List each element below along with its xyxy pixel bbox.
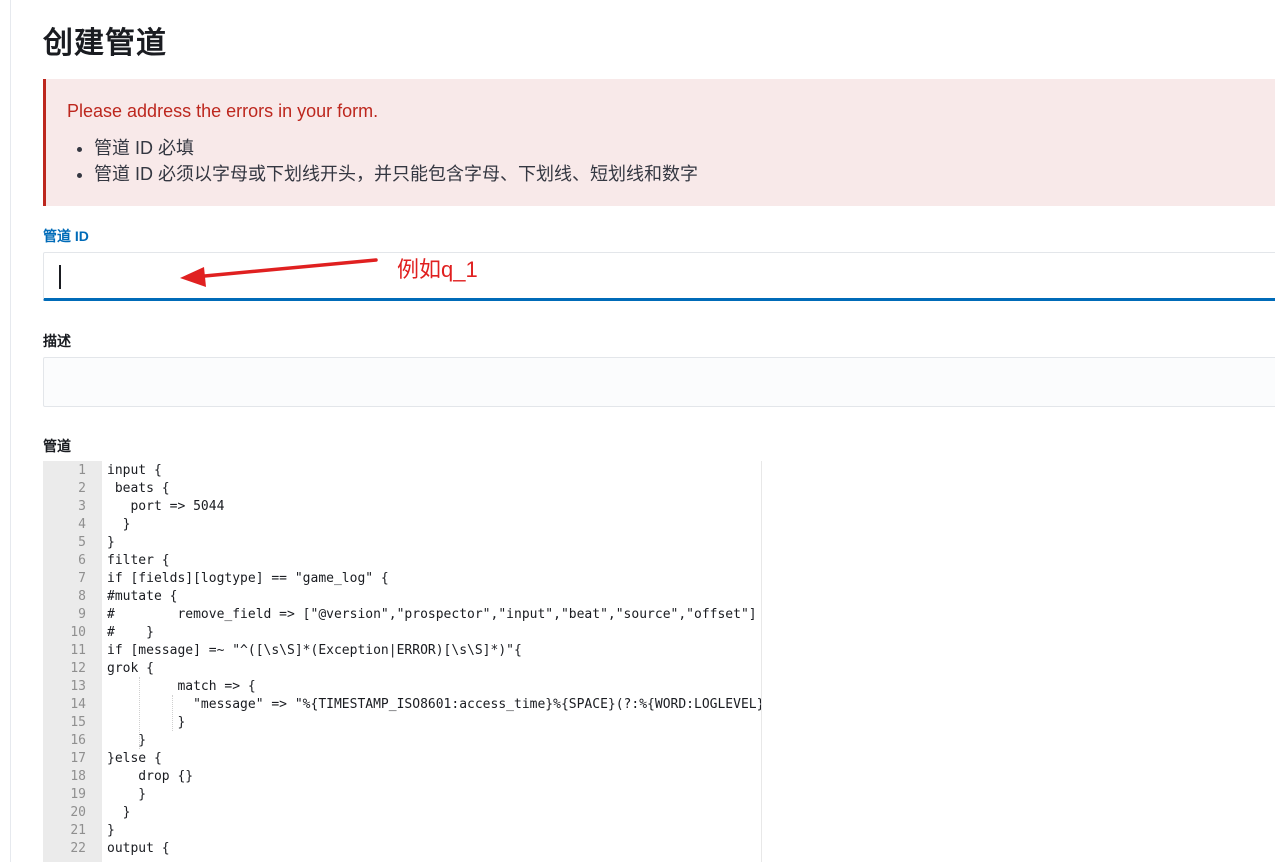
code-line[interactable]: port => 5044: [107, 498, 224, 516]
code-line[interactable]: if [message] =~ "^([\s\S]*(Exception|ERR…: [107, 642, 522, 660]
line-number: 9: [78, 607, 86, 622]
line-number: 6: [78, 553, 86, 568]
line-number: 8: [78, 589, 86, 604]
code-line[interactable]: if [fields][logtype] == "game_log" {: [107, 570, 389, 588]
description-label: 描述: [43, 333, 71, 349]
code-line[interactable]: }else {: [107, 750, 162, 768]
line-number: 11: [70, 643, 86, 658]
error-callout: Please address the errors in your form. …: [43, 79, 1275, 206]
line-number: 3: [78, 499, 86, 514]
line-number: 22: [70, 841, 86, 856]
error-list-item: 管道 ID 必须以字母或下划线开头，并只能包含字母、下划线、短划线和数字: [94, 161, 698, 187]
line-number: 1: [78, 463, 86, 478]
line-number: 20: [70, 805, 86, 820]
description-input[interactable]: [43, 357, 1275, 407]
code-line[interactable]: beats {: [107, 480, 170, 498]
line-number: 10: [70, 625, 86, 640]
pipeline-id-label: 管道 ID: [43, 228, 89, 244]
line-number: 15: [70, 715, 86, 730]
code-line[interactable]: }: [107, 822, 115, 840]
error-callout-title: Please address the errors in your form.: [67, 101, 379, 121]
line-number: 21: [70, 823, 86, 838]
line-number: 16: [70, 733, 86, 748]
code-line[interactable]: # }: [107, 624, 154, 642]
code-line[interactable]: }: [107, 804, 131, 822]
code-line[interactable]: }: [107, 516, 131, 534]
page-title: 创建管道: [43, 27, 167, 60]
error-list-item: 管道 ID 必填: [94, 135, 698, 161]
code-line[interactable]: grok {: [107, 660, 154, 678]
line-number: 7: [78, 571, 86, 586]
code-line[interactable]: filter {: [107, 552, 170, 570]
line-number: 4: [78, 517, 86, 532]
code-line[interactable]: }: [107, 534, 115, 552]
line-number: 12: [70, 661, 86, 676]
line-number: 19: [70, 787, 86, 802]
code-line[interactable]: output {: [107, 840, 170, 858]
text-caret: [59, 265, 61, 289]
pipeline-label: 管道: [43, 438, 71, 454]
line-number: 18: [70, 769, 86, 784]
code-line[interactable]: drop {}: [107, 768, 193, 786]
code-line[interactable]: }: [107, 732, 146, 750]
annotation-label: 例如q_1: [397, 257, 478, 282]
code-line[interactable]: match => {: [107, 678, 255, 696]
error-list: 管道 ID 必填 管道 ID 必须以字母或下划线开头，并只能包含字母、下划线、短…: [72, 135, 698, 187]
line-number: 2: [78, 481, 86, 496]
pipeline-code-editor[interactable]: 1 input { 2 beats { 3 port => 5044 4 } 5} 6 fil…: [43, 461, 762, 862]
line-number: 17: [70, 751, 86, 766]
line-number: 5: [78, 535, 86, 550]
code-line[interactable]: "message" => "%{TIMESTAMP_ISO8601:access…: [107, 696, 761, 714]
code-line[interactable]: }: [107, 786, 146, 804]
page-left-border: [10, 0, 11, 862]
code-line[interactable]: # remove_field => ["@version","prospecto…: [107, 606, 757, 624]
code-line[interactable]: #mutate {: [107, 588, 177, 606]
line-number: 14: [70, 697, 86, 712]
code-line[interactable]: input {: [107, 462, 162, 480]
line-number: 13: [70, 679, 86, 694]
code-line[interactable]: }: [107, 714, 185, 732]
annotation-arrow-icon: [180, 258, 378, 287]
